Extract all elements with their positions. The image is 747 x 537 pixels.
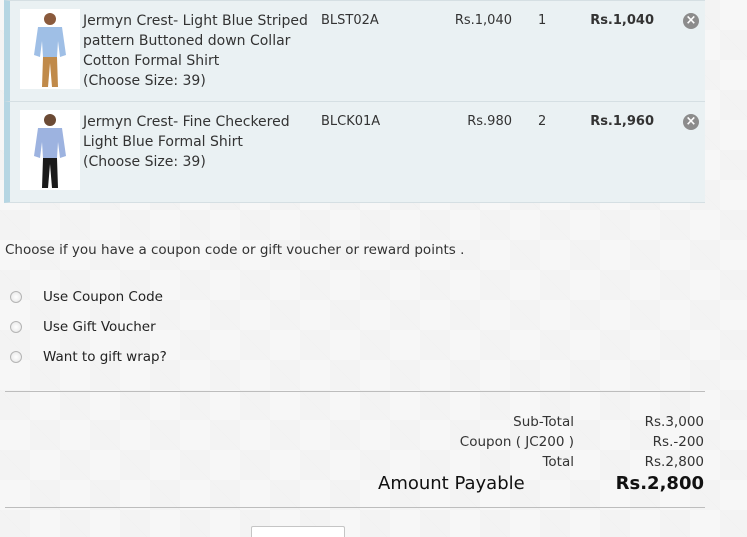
divider [5,507,705,508]
product-image[interactable] [20,9,80,89]
amount-payable-label: Amount Payable [378,473,525,494]
cart-row: Jermyn Crest- Fine Checkered Light Blue … [4,102,705,203]
product-sku: BLCK01A [321,114,381,129]
cart-row: Jermyn Crest- Light Blue Striped pattern… [4,0,705,102]
product-name[interactable]: Jermyn Crest- Light Blue Striped pattern… [83,11,323,91]
gift-voucher-radio[interactable] [10,321,22,333]
product-title[interactable]: Jermyn Crest- Light Blue Striped pattern… [83,13,308,69]
gift-wrap-radio[interactable] [10,351,22,363]
quantity: 2 [538,114,547,129]
product-size: (Choose Size: 39) [83,73,206,89]
discount-prompt: Choose if you have a coupon code or gift… [5,242,465,258]
coupon-discount-label: Coupon ( JC200 ) [459,434,574,450]
shirt-model-icon [34,114,66,188]
cart-table: Jermyn Crest- Light Blue Striped pattern… [4,0,705,203]
subtotal-label: Sub-Total [513,414,574,430]
checkout-button[interactable] [251,526,345,537]
gift-wrap-label[interactable]: Want to gift wrap? [43,349,167,365]
gift-voucher-label[interactable]: Use Gift Voucher [43,319,156,335]
product-image[interactable] [20,110,80,190]
product-sku: BLST02A [321,13,379,28]
amount-payable-value: Rs.2,800 [615,473,704,494]
coupon-radio[interactable] [10,291,22,303]
gift-wrap-option[interactable]: Want to gift wrap? [10,349,167,365]
total-label: Total [542,454,574,470]
unit-price: Rs.980 [467,114,512,129]
subtotal-value: Rs.3,000 [644,414,704,430]
divider [5,391,705,392]
total-value: Rs.2,800 [644,454,704,470]
product-size: (Choose Size: 39) [83,154,206,170]
coupon-label[interactable]: Use Coupon Code [43,289,163,305]
gift-voucher-option[interactable]: Use Gift Voucher [10,319,156,335]
shirt-model-icon [34,13,66,87]
close-circle-icon[interactable]: × [683,114,699,130]
product-title[interactable]: Jermyn Crest- Fine Checkered Light Blue … [83,114,290,150]
quantity: 1 [538,13,547,28]
unit-price: Rs.1,040 [454,13,512,28]
line-total: Rs.1,960 [590,114,654,129]
close-circle-icon[interactable]: × [683,13,699,29]
product-name[interactable]: Jermyn Crest- Fine Checkered Light Blue … [83,112,323,172]
coupon-option[interactable]: Use Coupon Code [10,289,163,305]
coupon-discount-value: Rs.-200 [652,434,704,450]
line-total: Rs.1,040 [590,13,654,28]
